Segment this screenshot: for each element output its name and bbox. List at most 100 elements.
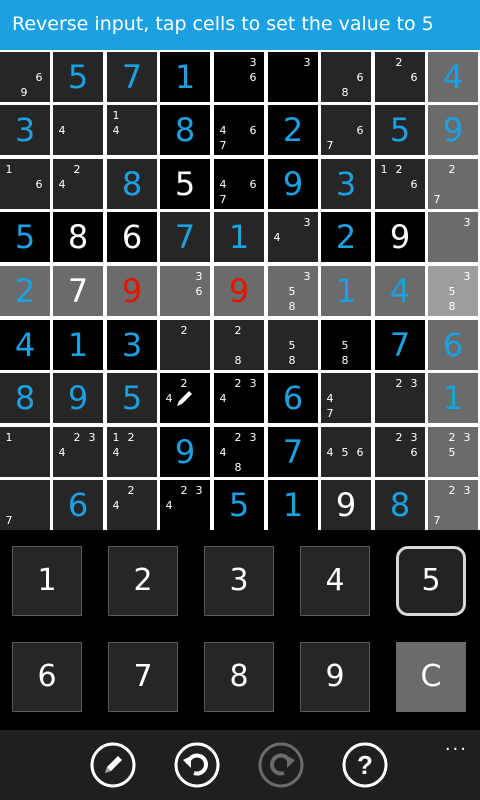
cell-r8-c8[interactable]: 23 6 — [375, 427, 425, 477]
cell-r2-c1[interactable]: 3 — [0, 105, 50, 155]
cell-r5-c1[interactable]: 2 — [0, 266, 50, 316]
cell-r4-c4[interactable]: 7 — [160, 212, 210, 262]
cell-r2-c8[interactable]: 5 — [375, 105, 425, 155]
cell-r9-c2[interactable]: 6 — [53, 480, 103, 530]
cell-r6-c5[interactable]: 28 — [214, 320, 264, 370]
cell-r3-c6[interactable]: 9 — [268, 159, 318, 209]
cell-r9-c4[interactable]: 23 4 — [160, 480, 210, 530]
number-key-9[interactable]: 9 — [300, 642, 370, 712]
cell-r9-c7[interactable]: 9 — [321, 480, 371, 530]
cell-r1-c5[interactable]: 36 — [214, 52, 264, 102]
cell-r7-c6[interactable]: 6 — [268, 373, 318, 423]
cell-r3-c7[interactable]: 3 — [321, 159, 371, 209]
cell-r9-c5[interactable]: 5 — [214, 480, 264, 530]
cell-r5-c3[interactable]: 9 — [107, 266, 157, 316]
cell-r4-c2[interactable]: 8 — [53, 212, 103, 262]
cell-r1-c8[interactable]: 26 — [375, 52, 425, 102]
cell-r6-c2[interactable]: 1 — [53, 320, 103, 370]
cell-r8-c3[interactable]: 124 — [107, 427, 157, 477]
cell-r6-c7[interactable]: 58 — [321, 320, 371, 370]
cell-r9-c9[interactable]: 23 7 — [428, 480, 478, 530]
cell-r3-c3[interactable]: 8 — [107, 159, 157, 209]
cell-r6-c8[interactable]: 7 — [375, 320, 425, 370]
cell-r2-c3[interactable]: 14 — [107, 105, 157, 155]
candidate-note: 3 — [303, 270, 311, 283]
cell-r4-c5[interactable]: 1 — [214, 212, 264, 262]
cell-r9-c3[interactable]: 24 — [107, 480, 157, 530]
undo-button[interactable] — [174, 742, 220, 788]
cell-r2-c2[interactable]: 4 — [53, 105, 103, 155]
cell-r2-c5[interactable]: 4 6 7 — [214, 105, 264, 155]
cell-r3-c4[interactable]: 5 — [160, 159, 210, 209]
cell-r9-c1[interactable]: 7 — [0, 480, 50, 530]
cell-r5-c6[interactable]: 35 8 — [268, 266, 318, 316]
cell-r2-c9[interactable]: 9 — [428, 105, 478, 155]
help-button[interactable]: ? — [342, 742, 388, 788]
cell-r6-c4[interactable]: 2 — [160, 320, 210, 370]
cell-r9-c6[interactable]: 1 — [268, 480, 318, 530]
clear-key[interactable]: C — [396, 642, 466, 712]
cell-r2-c7[interactable]: 67 — [321, 105, 371, 155]
cell-r8-c4[interactable]: 9 — [160, 427, 210, 477]
cell-r3-c5[interactable]: 4 6 7 — [214, 159, 264, 209]
cell-r4-c6[interactable]: 34 — [268, 212, 318, 262]
cell-r1-c9[interactable]: 4 — [428, 52, 478, 102]
cell-r7-c8[interactable]: 23 — [375, 373, 425, 423]
cell-r8-c9[interactable]: 235 — [428, 427, 478, 477]
cell-r6-c9[interactable]: 6 — [428, 320, 478, 370]
cell-r5-c9[interactable]: 35 8 — [428, 266, 478, 316]
cell-r2-c6[interactable]: 2 — [268, 105, 318, 155]
cell-r5-c2[interactable]: 7 — [53, 266, 103, 316]
cell-r3-c9[interactable]: 27 — [428, 159, 478, 209]
number-key-8[interactable]: 8 — [204, 642, 274, 712]
cell-r4-c3[interactable]: 6 — [107, 212, 157, 262]
candidate-note: 1 — [5, 163, 13, 176]
cell-r7-c3[interactable]: 5 — [107, 373, 157, 423]
cell-r7-c5[interactable]: 23 4 — [214, 373, 264, 423]
number-key-6[interactable]: 6 — [12, 642, 82, 712]
cell-r7-c4[interactable]: 24 — [160, 373, 210, 423]
cell-r3-c2[interactable]: 24 — [53, 159, 103, 209]
cell-r5-c7[interactable]: 1 — [321, 266, 371, 316]
cell-r7-c9[interactable]: 1 — [428, 373, 478, 423]
cell-r4-c1[interactable]: 5 — [0, 212, 50, 262]
cell-r8-c2[interactable]: 23 4 — [53, 427, 103, 477]
cell-r4-c9[interactable]: 3 — [428, 212, 478, 262]
cell-r6-c6[interactable]: 58 — [268, 320, 318, 370]
more-options-button[interactable]: ... — [445, 734, 468, 755]
cell-r8-c7[interactable]: 456 — [321, 427, 371, 477]
number-key-2[interactable]: 2 — [108, 546, 178, 616]
cell-r1-c2[interactable]: 5 — [53, 52, 103, 102]
cell-r8-c1[interactable]: 1 — [0, 427, 50, 477]
cell-r1-c6[interactable]: 3 — [268, 52, 318, 102]
cell-r8-c5[interactable]: 23 48 — [214, 427, 264, 477]
cell-r6-c1[interactable]: 4 — [0, 320, 50, 370]
number-key-1[interactable]: 1 — [12, 546, 82, 616]
cell-r1-c7[interactable]: 68 — [321, 52, 371, 102]
cell-r1-c1[interactable]: 69 — [0, 52, 50, 102]
number-key-7[interactable]: 7 — [108, 642, 178, 712]
cell-r9-c8[interactable]: 8 — [375, 480, 425, 530]
number-key-3[interactable]: 3 — [204, 546, 274, 616]
number-key-4[interactable]: 4 — [300, 546, 370, 616]
cell-r7-c1[interactable]: 8 — [0, 373, 50, 423]
cell-r8-c6[interactable]: 7 — [268, 427, 318, 477]
cell-value: 8 — [389, 486, 411, 524]
number-key-5[interactable]: 5 — [396, 546, 466, 616]
cell-r5-c4[interactable]: 36 — [160, 266, 210, 316]
cell-r3-c1[interactable]: 16 — [0, 159, 50, 209]
cell-r2-c4[interactable]: 8 — [160, 105, 210, 155]
redo-button[interactable] — [258, 742, 304, 788]
cell-r5-c5[interactable]: 9 — [214, 266, 264, 316]
cell-r4-c7[interactable]: 2 — [321, 212, 371, 262]
cell-r4-c8[interactable]: 9 — [375, 212, 425, 262]
cell-r5-c8[interactable]: 4 — [375, 266, 425, 316]
cell-r7-c2[interactable]: 9 — [53, 373, 103, 423]
cell-r1-c4[interactable]: 1 — [160, 52, 210, 102]
cell-r7-c7[interactable]: 47 — [321, 373, 371, 423]
pencil-mode-button[interactable] — [90, 742, 136, 788]
cell-r1-c3[interactable]: 7 — [107, 52, 157, 102]
cell-r3-c8[interactable]: 126 — [375, 159, 425, 209]
cell-value: 4 — [14, 326, 36, 364]
cell-r6-c3[interactable]: 3 — [107, 320, 157, 370]
